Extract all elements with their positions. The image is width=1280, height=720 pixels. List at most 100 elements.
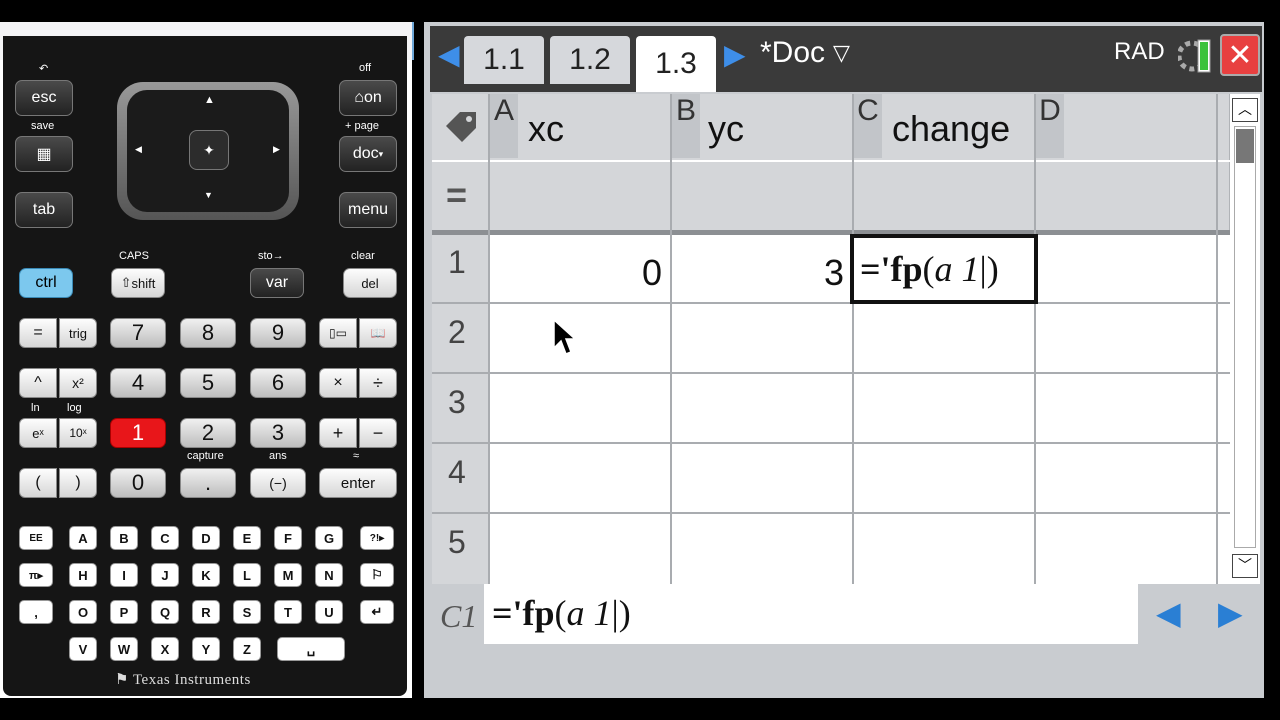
minus-key[interactable]: − xyxy=(359,418,397,448)
ten-power-key[interactable]: 10ˣ xyxy=(59,418,97,448)
key-3[interactable]: 3 xyxy=(250,418,306,448)
alpha-key-u[interactable]: U xyxy=(315,600,343,624)
alpha-key-r[interactable]: R xyxy=(192,600,220,624)
alpha-key-b[interactable]: B xyxy=(110,526,138,550)
column-letter-b[interactable]: B xyxy=(672,94,700,158)
scroll-up-icon[interactable]: ︿ xyxy=(1232,98,1258,122)
row-number-1[interactable]: 1 xyxy=(448,244,466,281)
alpha-key-f[interactable]: F xyxy=(274,526,302,550)
shift-key[interactable]: ⇧ shift xyxy=(111,268,165,298)
column-name-c[interactable]: change xyxy=(892,108,1010,150)
alpha-key-k[interactable]: K xyxy=(192,563,220,587)
tab-1-2[interactable]: 1.2 xyxy=(550,36,630,84)
key-5[interactable]: 5 xyxy=(180,368,236,398)
entry-right-arrow-icon[interactable]: ▶ xyxy=(1218,594,1243,632)
return-key[interactable]: ↵ xyxy=(360,600,394,624)
cell-a1[interactable]: 0 xyxy=(490,252,662,294)
alpha-key-v[interactable]: V xyxy=(69,637,97,661)
column-name-a[interactable]: xc xyxy=(528,108,564,150)
key-7[interactable]: 7 xyxy=(110,318,166,348)
comma-key[interactable]: , xyxy=(19,600,53,624)
doc-menu[interactable]: *Doc ▽ xyxy=(760,36,850,70)
alpha-key-n[interactable]: N xyxy=(315,563,343,587)
on-key[interactable]: ⌂ on xyxy=(339,80,397,116)
trig-key[interactable]: trig xyxy=(59,318,97,348)
scroll-down-icon[interactable]: ﹀ xyxy=(1232,554,1258,578)
key-9[interactable]: 9 xyxy=(250,318,306,348)
cell-c1-active[interactable]: ='fp(a 1|) xyxy=(850,234,1038,304)
alpha-key-l[interactable]: L xyxy=(233,563,261,587)
plus-key[interactable]: + xyxy=(319,418,357,448)
column-letter-c[interactable]: C xyxy=(854,94,882,158)
exp-key[interactable]: eˣ xyxy=(19,418,57,448)
key-4[interactable]: 4 xyxy=(110,368,166,398)
alpha-key-p[interactable]: P xyxy=(110,600,138,624)
row-number-4[interactable]: 4 xyxy=(448,454,466,491)
power-key[interactable]: ^ xyxy=(19,368,57,398)
punctuation-key[interactable]: ?!▸ xyxy=(360,526,394,550)
square-key[interactable]: x² xyxy=(59,368,97,398)
tab-1-1[interactable]: 1.1 xyxy=(464,36,544,84)
entry-input[interactable]: ='fp(a 1|) xyxy=(484,584,1138,644)
alpha-key-w[interactable]: W xyxy=(110,637,138,661)
tab-scroll-right-icon[interactable]: ▶ xyxy=(724,38,746,71)
close-icon[interactable]: ✕ xyxy=(1220,34,1260,76)
key-1[interactable]: 1 xyxy=(110,418,166,448)
key-0[interactable]: 0 xyxy=(110,468,166,498)
enter-key[interactable]: enter xyxy=(319,468,397,498)
flag-key[interactable]: ⚐ xyxy=(360,563,394,587)
scratchpad-key[interactable]: ▦ xyxy=(15,136,73,172)
esc-key[interactable]: esc xyxy=(15,80,73,116)
alpha-key-d[interactable]: D xyxy=(192,526,220,550)
tab-key[interactable]: tab xyxy=(15,192,73,228)
ctrl-key[interactable]: ctrl xyxy=(19,268,73,298)
doc-key[interactable]: doc ▾ xyxy=(339,136,397,172)
alpha-key-q[interactable]: Q xyxy=(151,600,179,624)
catalog-key[interactable]: 📖 xyxy=(359,318,397,348)
alpha-key-z[interactable]: Z xyxy=(233,637,261,661)
scroll-thumb[interactable] xyxy=(1236,129,1254,163)
tag-icon[interactable] xyxy=(442,108,482,148)
alpha-key-t[interactable]: T xyxy=(274,600,302,624)
column-name-b[interactable]: yc xyxy=(708,108,744,150)
column-letter-d[interactable]: D xyxy=(1036,94,1064,158)
scroll-track[interactable] xyxy=(1234,126,1256,548)
ee-key[interactable]: EE xyxy=(19,526,53,550)
left-paren-key[interactable]: ( xyxy=(19,468,57,498)
vertical-scrollbar[interactable]: ︿ ﹀ xyxy=(1230,94,1260,584)
column-letter-a[interactable]: A xyxy=(490,94,518,158)
alpha-key-j[interactable]: J xyxy=(151,563,179,587)
alpha-key-h[interactable]: H xyxy=(69,563,97,587)
right-paren-key[interactable]: ) xyxy=(59,468,97,498)
row-number-2[interactable]: 2 xyxy=(448,314,466,351)
del-key[interactable]: del xyxy=(343,268,397,298)
times-key[interactable]: × xyxy=(319,368,357,398)
divide-key[interactable]: ÷ xyxy=(359,368,397,398)
touchpad-click-icon[interactable]: ✦ xyxy=(189,130,229,170)
alpha-key-g[interactable]: G xyxy=(315,526,343,550)
template-key[interactable]: ▯▭ xyxy=(319,318,357,348)
menu-key[interactable]: menu xyxy=(339,192,397,228)
alpha-key-i[interactable]: I xyxy=(110,563,138,587)
var-key[interactable]: var xyxy=(250,268,304,298)
negative-key[interactable]: (−) xyxy=(250,468,306,498)
key-6[interactable]: 6 xyxy=(250,368,306,398)
pi-key[interactable]: π▸ xyxy=(19,563,53,587)
alpha-key-y[interactable]: Y xyxy=(192,637,220,661)
alpha-key-e[interactable]: E xyxy=(233,526,261,550)
key-2[interactable]: 2 xyxy=(180,418,236,448)
alpha-key-a[interactable]: A xyxy=(69,526,97,550)
cell-b1[interactable]: 3 xyxy=(672,252,844,294)
tab-1-3[interactable]: 1.3 xyxy=(636,36,716,92)
alpha-key-s[interactable]: S xyxy=(233,600,261,624)
alpha-key-m[interactable]: M xyxy=(274,563,302,587)
space-key[interactable]: ␣ xyxy=(277,637,345,661)
key-8[interactable]: 8 xyxy=(180,318,236,348)
alpha-key-x[interactable]: X xyxy=(151,637,179,661)
row-number-3[interactable]: 3 xyxy=(448,384,466,421)
alpha-key-c[interactable]: C xyxy=(151,526,179,550)
row-number-5[interactable]: 5 xyxy=(448,524,466,561)
entry-left-arrow-icon[interactable]: ◀ xyxy=(1156,594,1181,632)
decimal-key[interactable]: . xyxy=(180,468,236,498)
tab-scroll-left-icon[interactable]: ◀ xyxy=(438,38,460,71)
